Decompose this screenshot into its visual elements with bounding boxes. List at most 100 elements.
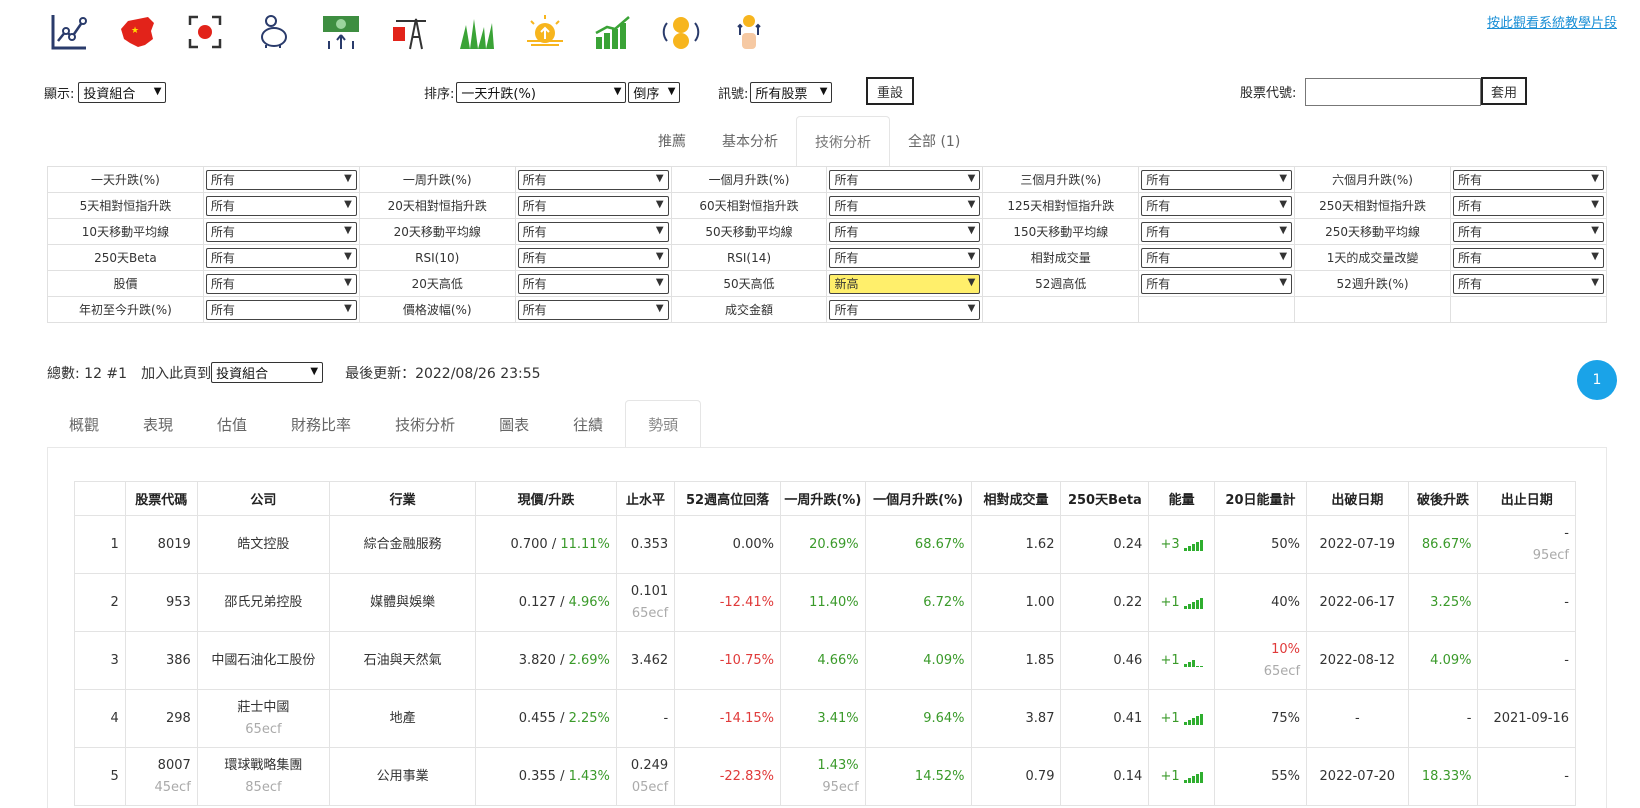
tab-fundamental[interactable]: 基本分析 [704, 116, 796, 166]
tutorial-link[interactable]: 按此觀看系統教學片段 [1487, 12, 1617, 31]
filter-select[interactable]: 所有 ▼ [205, 273, 357, 294]
filter-select[interactable]: 所有 ▼ [1453, 169, 1604, 190]
table-row[interactable]: 1 8019 皓文控股 綜合金融服務 0.700 / 11.11% 0.353 0.00% 2… [74, 515, 1576, 574]
filter-select[interactable]: 所有 ▼ [1453, 221, 1604, 242]
filter-select[interactable]: 所有 ▼ [1141, 273, 1293, 294]
filter-select[interactable]: 所有 ▼ [1141, 195, 1293, 216]
add-page-label: 加入此頁到 [141, 365, 212, 382]
column-header[interactable]: 20日能量計 [1213, 481, 1308, 516]
filter-select[interactable]: 所有 ▼ [1141, 221, 1293, 242]
column-header[interactable]: 止水平 [615, 481, 676, 516]
china-map-icon[interactable]: ★ [116, 11, 158, 53]
filter-select[interactable]: 所有 ▼ [205, 221, 357, 242]
column-header[interactable]: 行業 [329, 481, 477, 516]
chevron-down-icon: ▼ [1279, 172, 1288, 184]
money-growth-icon[interactable] [320, 11, 362, 53]
filter-select[interactable]: 所有 ▼ [1141, 169, 1293, 190]
grass-icon[interactable] [456, 11, 498, 53]
tab-performance[interactable]: 表現 [121, 400, 195, 448]
signal-select[interactable]: 所有股票 ▼ [750, 82, 833, 103]
tab-ratios[interactable]: 財務比率 [269, 400, 373, 448]
filter-select[interactable]: 所有 ▼ [517, 273, 669, 294]
apply-button[interactable]: 套用 [1481, 77, 1527, 105]
filter-select[interactable]: 所有 ▼ [829, 299, 981, 320]
sort-select[interactable]: 一天升跌(%) ▼ [456, 82, 627, 103]
page-button-1[interactable]: 1 [1577, 360, 1617, 400]
stock-code[interactable]: 386 [124, 631, 198, 690]
piggy-bank-icon[interactable] [252, 11, 294, 53]
filter-select[interactable]: 所有 ▼ [1453, 273, 1604, 294]
sunrise-icon[interactable] [524, 11, 566, 53]
filter-select[interactable]: 所有 ▼ [829, 195, 981, 216]
filter-select[interactable]: 所有 ▼ [829, 247, 981, 268]
column-header[interactable]: 相對成交量 [970, 481, 1062, 516]
tab-all[interactable]: 全部 (1) [890, 116, 978, 166]
stop-date: - [1477, 747, 1576, 806]
filter-select[interactable]: 所有 ▼ [1141, 247, 1293, 268]
oil-rig-icon[interactable] [388, 11, 430, 53]
column-header[interactable]: 公司 [196, 481, 331, 516]
record-icon[interactable] [184, 11, 226, 53]
order-select[interactable]: 倒序 ▼ [628, 82, 681, 103]
filter-label: RSI(10) [358, 244, 516, 271]
column-header[interactable]: 250天Beta [1060, 481, 1150, 516]
filter-select[interactable]: 所有 ▼ [205, 247, 357, 268]
company-name[interactable]: 皓文控股 [196, 515, 331, 574]
filter-select[interactable]: 所有 ▼ [517, 247, 669, 268]
stock-code[interactable]: 8007 45ecf [124, 747, 198, 806]
filter-select[interactable]: 所有 ▼ [829, 169, 981, 190]
filter-select[interactable]: 所有 ▼ [517, 221, 669, 242]
analysis-tabs: 推薦 基本分析 技術分析 全部 (1) [640, 116, 978, 166]
tab-overview[interactable]: 概觀 [47, 400, 121, 448]
filter-select[interactable]: 所有 ▼ [205, 299, 357, 320]
display-select[interactable]: 投資組合 ▼ [78, 82, 167, 103]
tab-technical-view[interactable]: 技術分析 [373, 400, 477, 448]
tab-recommend[interactable]: 推薦 [640, 116, 704, 166]
filter-select[interactable]: 所有 ▼ [517, 299, 669, 320]
tab-technical[interactable]: 技術分析 [796, 116, 890, 166]
table-row[interactable]: 3 386 中國石油化工股份 石油與天然氣 3.820 / 2.69% 3.462 -10.… [74, 631, 1576, 690]
filter-select[interactable]: 所有 ▼ [517, 169, 669, 190]
filter-select[interactable]: 所有 ▼ [517, 195, 669, 216]
column-header[interactable] [74, 481, 126, 516]
column-header[interactable]: 52週高位回落 [674, 481, 781, 516]
filter-select[interactable]: 所有 ▼ [1453, 195, 1604, 216]
tab-valuation[interactable]: 估值 [195, 400, 269, 448]
table-row[interactable]: 4 298 莊士中國 65ecf 地產 0.455 / 2.25% - -14.15% 3.41… [74, 689, 1576, 748]
company-name[interactable]: 中國石油化工股份 [196, 631, 331, 690]
chevron-down-icon: ▼ [967, 198, 976, 210]
column-header[interactable]: 股票代碼 [124, 481, 198, 516]
company-name[interactable]: 邵氏兄弟控股 [196, 573, 331, 632]
tab-charts[interactable]: 圖表 [477, 400, 551, 448]
tab-momentum[interactable]: 勢頭 [625, 400, 702, 448]
bar-trend-icon[interactable] [592, 11, 634, 53]
column-header[interactable]: 一周升跌(%) [779, 481, 866, 516]
tab-history[interactable]: 往績 [551, 400, 625, 448]
table-row[interactable]: 5 8007 45ecf 環球戰略集團 85ecf 公用事業 0.355 / 1.43% 0.… [74, 747, 1576, 806]
stock-code-input[interactable] [1305, 78, 1481, 106]
column-header[interactable]: 出破日期 [1306, 481, 1409, 516]
stock-code[interactable]: 953 [124, 573, 198, 632]
filter-select[interactable]: 所有 ▼ [205, 195, 357, 216]
filter-select[interactable]: 所有 ▼ [1453, 247, 1604, 268]
column-header[interactable]: 出止日期 [1477, 481, 1576, 516]
table-row[interactable]: 2 953 邵氏兄弟控股 媒體與娛樂 0.127 / 4.96% 0.101 65ecf -1… [74, 573, 1576, 632]
filter-select-cell: 所有 ▼ [1450, 244, 1607, 271]
hand-coin-icon[interactable] [728, 11, 770, 53]
column-header[interactable]: 破後升跌 [1407, 481, 1479, 516]
filter-select-cell: 所有 ▼ [514, 166, 672, 193]
reset-button[interactable]: 重設 [866, 77, 914, 105]
line-chart-icon[interactable] [48, 11, 90, 53]
filter-select[interactable]: 所有 ▼ [829, 221, 981, 242]
column-header[interactable]: 能量 [1148, 481, 1215, 516]
filter-select[interactable]: 所有 ▼ [205, 169, 357, 190]
company-name[interactable]: 莊士中國 65ecf [196, 689, 331, 748]
stock-code[interactable]: 8019 [124, 515, 198, 574]
column-header[interactable]: 一個月升跌(%) [864, 481, 972, 516]
stock-code[interactable]: 298 [124, 689, 198, 748]
coins-icon[interactable] [660, 11, 702, 53]
add-portfolio-select[interactable]: 投資組合 ▼ [211, 362, 324, 383]
company-name[interactable]: 環球戰略集團 85ecf [196, 747, 331, 806]
column-header[interactable]: 現價/升跌 [475, 481, 617, 516]
filter-select[interactable]: 新高 ▼ [829, 273, 981, 294]
